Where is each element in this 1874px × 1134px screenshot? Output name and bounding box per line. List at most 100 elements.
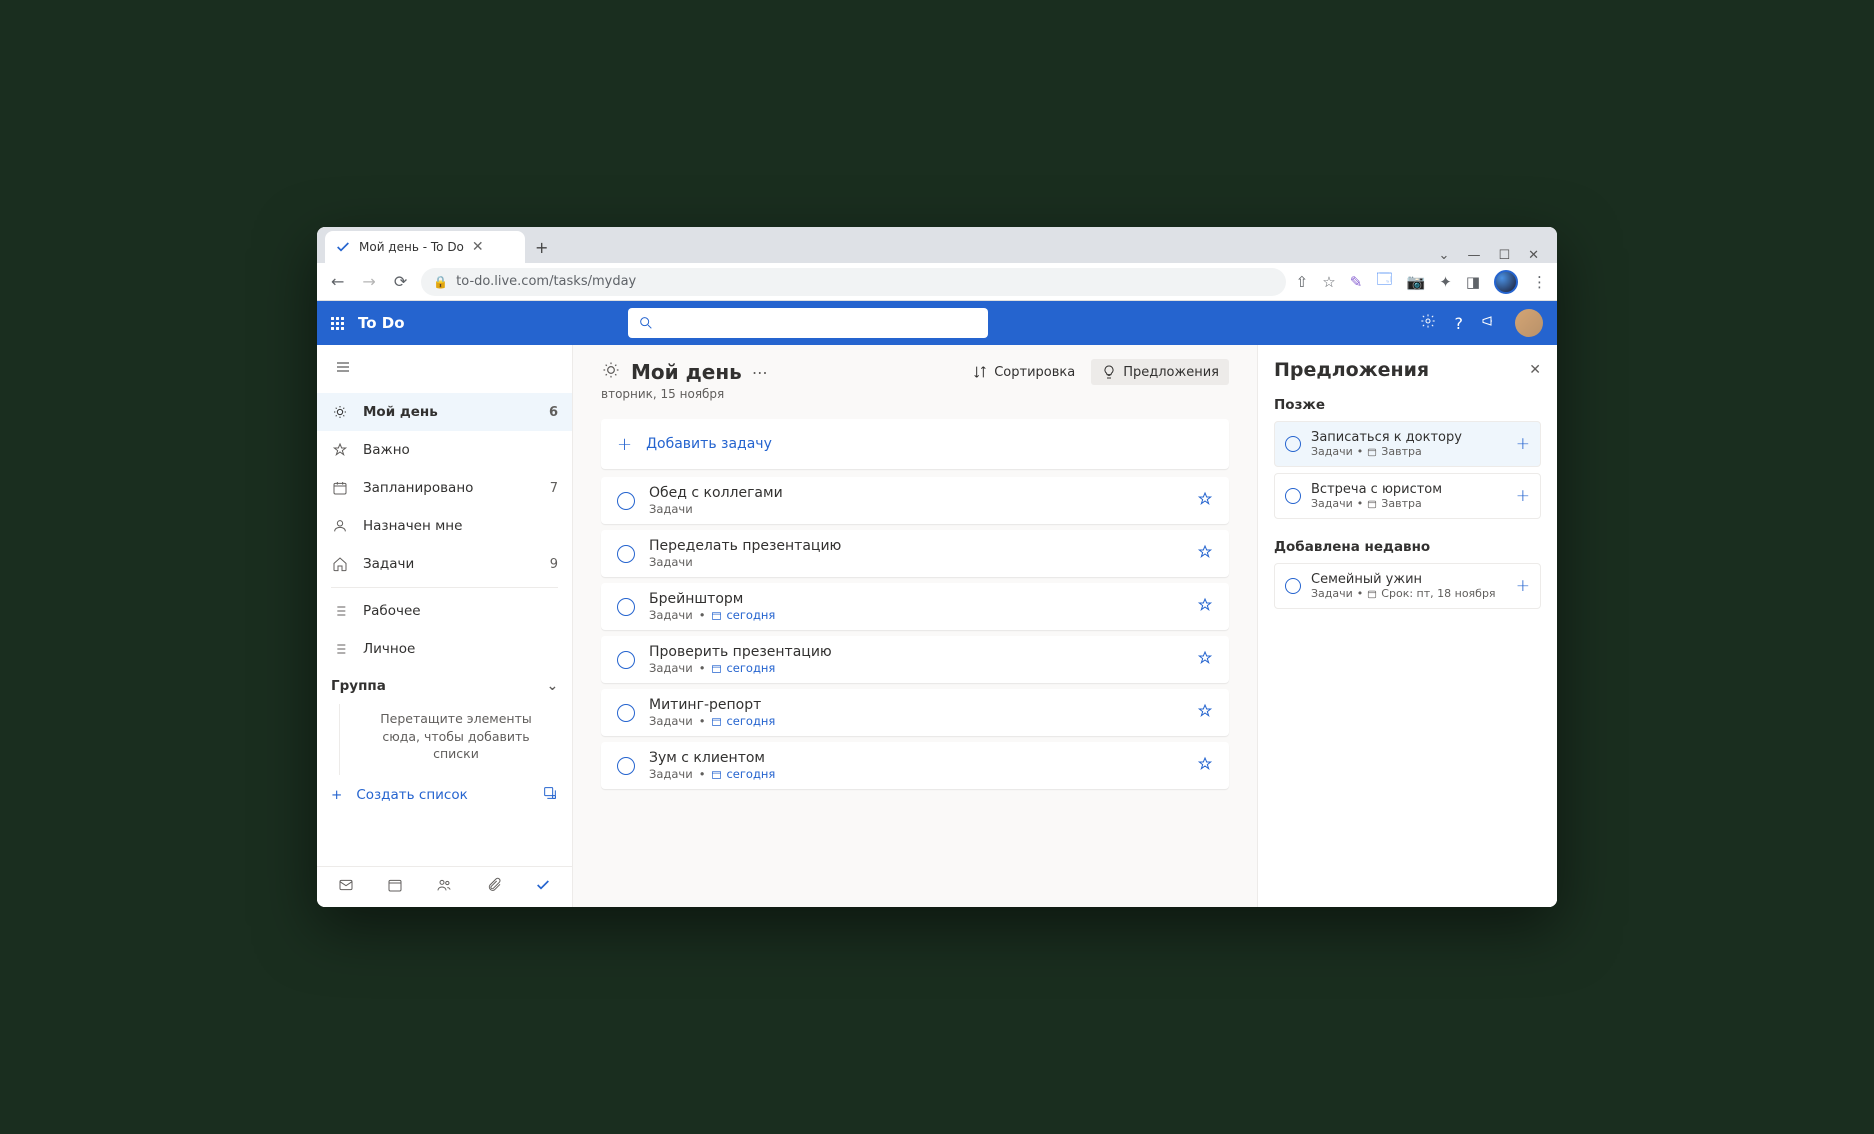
- add-suggestion-icon[interactable]: +: [1516, 486, 1530, 506]
- more-options-icon[interactable]: ⋯: [752, 363, 768, 382]
- feather-icon[interactable]: ✎: [1350, 273, 1363, 291]
- create-group-icon[interactable]: [542, 785, 558, 805]
- minimize-icon[interactable]: —: [1467, 248, 1480, 263]
- bookmark-icon[interactable]: ☆: [1322, 273, 1335, 291]
- camera-icon[interactable]: 📷: [1407, 273, 1426, 291]
- add-suggestion-icon[interactable]: +: [1516, 576, 1530, 596]
- app-title: To Do: [358, 314, 405, 332]
- window-controls: ⌄ — ☐ ✕: [1429, 248, 1549, 263]
- people-icon[interactable]: [436, 877, 452, 897]
- suggestion-section-label: Позже: [1274, 397, 1541, 413]
- suggestions-button[interactable]: Предложения: [1091, 359, 1229, 385]
- task-checkbox[interactable]: [617, 545, 635, 563]
- sun-icon: [331, 404, 349, 420]
- task-checkbox[interactable]: [1285, 436, 1301, 452]
- task-checkbox[interactable]: [617, 704, 635, 722]
- megaphone-icon[interactable]: [1481, 313, 1497, 333]
- maximize-icon[interactable]: ☐: [1498, 248, 1510, 263]
- create-list-button[interactable]: + Создать список: [317, 775, 572, 815]
- main-content: Мой день ⋯ Сортировка Предложения вторни…: [573, 345, 1257, 907]
- profile-avatar[interactable]: [1494, 270, 1518, 294]
- star-icon[interactable]: [1197, 703, 1213, 723]
- task-meta: Задачи: [649, 502, 1183, 516]
- app-body: Мой день 6 Важно Запланировано 7: [317, 345, 1557, 907]
- nav-assigned[interactable]: Назначен мне: [317, 507, 572, 545]
- group-header[interactable]: Группа ⌄: [317, 668, 572, 704]
- suggestion-meta: Задачи• Завтра: [1311, 445, 1506, 458]
- star-icon[interactable]: [1197, 650, 1213, 670]
- close-tab-icon[interactable]: ✕: [472, 239, 484, 255]
- address-bar[interactable]: 🔒 to-do.live.com/tasks/myday: [421, 268, 1285, 296]
- suggestion-meta: Задачи• Срок: пт, 18 ноября: [1311, 587, 1506, 600]
- task-checkbox[interactable]: [617, 757, 635, 775]
- task-checkbox[interactable]: [617, 598, 635, 616]
- close-window-icon[interactable]: ✕: [1528, 248, 1539, 263]
- todo-icon[interactable]: [535, 877, 551, 897]
- sort-button[interactable]: Сортировка: [962, 359, 1085, 385]
- suggestion-item[interactable]: Семейный ужин Задачи• Срок: пт, 18 ноябр…: [1274, 563, 1541, 609]
- task-checkbox[interactable]: [617, 651, 635, 669]
- star-icon[interactable]: [1197, 756, 1213, 776]
- suggestion-title: Встреча с юристом: [1311, 482, 1506, 497]
- task-meta: Задачи• сегодня: [649, 608, 1183, 622]
- task-item[interactable]: Проверить презентацию Задачи• сегодня: [601, 636, 1229, 683]
- nav-label: Мой день: [363, 404, 535, 420]
- task-item[interactable]: Обед с коллегами Задачи: [601, 477, 1229, 524]
- task-item[interactable]: Брейншторм Задачи• сегодня: [601, 583, 1229, 630]
- home-icon: [331, 556, 349, 572]
- task-title: Брейншторм: [649, 591, 1183, 607]
- puzzle-icon[interactable]: ✦: [1439, 273, 1452, 291]
- calendar-icon[interactable]: [387, 877, 403, 897]
- suggestion-item[interactable]: Встреча с юристом Задачи• Завтра +: [1274, 473, 1541, 519]
- nav-planned[interactable]: Запланировано 7: [317, 469, 572, 507]
- task-checkbox[interactable]: [617, 492, 635, 510]
- add-task-input[interactable]: + Добавить задачу: [601, 419, 1229, 469]
- reload-button[interactable]: ⟳: [390, 268, 411, 295]
- suggestion-title: Записаться к доктору: [1311, 430, 1506, 445]
- add-suggestion-icon[interactable]: +: [1516, 434, 1530, 454]
- task-checkbox[interactable]: [1285, 488, 1301, 504]
- hamburger-icon[interactable]: [317, 345, 572, 393]
- nav-my-day[interactable]: Мой день 6: [317, 393, 572, 431]
- task-item[interactable]: Митинг-репорт Задачи• сегодня: [601, 689, 1229, 736]
- tab-title: Мой день - To Do: [359, 240, 464, 254]
- suggestion-title: Семейный ужин: [1311, 572, 1506, 587]
- user-avatar[interactable]: [1515, 309, 1543, 337]
- star-icon[interactable]: [1197, 491, 1213, 511]
- suggestion-item[interactable]: Записаться к доктору Задачи• Завтра +: [1274, 421, 1541, 467]
- task-meta: Задачи• сегодня: [649, 714, 1183, 728]
- new-tab-button[interactable]: +: [525, 231, 558, 263]
- share-icon[interactable]: ⇧: [1296, 273, 1309, 291]
- help-icon[interactable]: ?: [1454, 314, 1463, 333]
- back-button[interactable]: ←: [327, 268, 348, 295]
- suggestions-header: Предложения ✕: [1274, 359, 1541, 381]
- nav-custom-personal[interactable]: Личное: [317, 630, 572, 668]
- sun-icon: [601, 360, 621, 385]
- app-launcher-icon[interactable]: [331, 317, 344, 330]
- settings-icon[interactable]: [1420, 313, 1436, 333]
- create-list-label: Создать список: [356, 787, 467, 803]
- close-icon[interactable]: ✕: [1529, 362, 1541, 378]
- task-item[interactable]: Переделать презентацию Задачи: [601, 530, 1229, 577]
- browser-tab[interactable]: Мой день - To Do ✕: [325, 231, 525, 263]
- task-title: Переделать презентацию: [649, 538, 1183, 554]
- star-icon[interactable]: [1197, 544, 1213, 564]
- mail-icon[interactable]: [338, 877, 354, 897]
- nav-tasks[interactable]: Задачи 9: [317, 545, 572, 583]
- task-checkbox[interactable]: [1285, 578, 1301, 594]
- suggestions-title: Предложения: [1274, 359, 1429, 381]
- search-input[interactable]: [628, 308, 988, 338]
- lightbulb-icon: [1101, 364, 1117, 380]
- sort-label: Сортировка: [994, 365, 1075, 380]
- translate-icon[interactable]: 🗔: [1376, 269, 1392, 294]
- menu-icon[interactable]: ⋮: [1532, 273, 1547, 291]
- chevron-down-icon[interactable]: ⌄: [1439, 248, 1450, 263]
- task-item[interactable]: Зум с клиентом Задачи• сегодня: [601, 742, 1229, 789]
- nav-important[interactable]: Важно: [317, 431, 572, 469]
- nav-custom-work[interactable]: Рабочее: [317, 592, 572, 630]
- page-title: Мой день: [631, 360, 742, 384]
- star-icon[interactable]: [1197, 597, 1213, 617]
- attach-icon[interactable]: [486, 877, 502, 897]
- side-panel-icon[interactable]: ◨: [1466, 273, 1480, 291]
- forward-button[interactable]: →: [358, 268, 379, 295]
